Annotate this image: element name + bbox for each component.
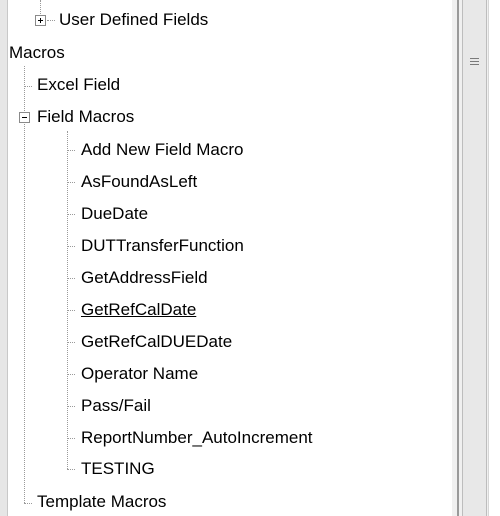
tree-item-excel-field[interactable]: Excel Field bbox=[37, 73, 120, 97]
tree-connector bbox=[67, 438, 75, 439]
tree-connector bbox=[67, 246, 75, 247]
tree-item-asfoundasleft[interactable]: AsFoundAsLeft bbox=[81, 170, 197, 194]
macro-tree-view[interactable]: User Defined Fields Macros Excel Field F… bbox=[0, 0, 452, 516]
adjacent-pane-edge bbox=[488, 0, 500, 516]
tree-connector bbox=[40, 0, 41, 14]
scrollbar-thumb[interactable] bbox=[462, 0, 487, 516]
tree-left-border bbox=[0, 0, 8, 516]
tree-connector bbox=[24, 86, 32, 87]
tree-item-user-defined-fields[interactable]: User Defined Fields bbox=[59, 8, 208, 32]
tree-item-pass-fail[interactable]: Pass/Fail bbox=[81, 394, 151, 418]
tree-connector bbox=[67, 310, 75, 311]
tree-connector bbox=[67, 182, 75, 183]
tree-connector bbox=[67, 406, 75, 407]
grip-icon bbox=[470, 58, 479, 68]
tree-item-macros[interactable]: Macros bbox=[9, 41, 65, 65]
tree-item-reportnumber-autoincrement[interactable]: ReportNumber_AutoIncrement bbox=[81, 426, 313, 450]
tree-item-testing[interactable]: TESTING bbox=[81, 457, 155, 481]
tree-connector bbox=[67, 278, 75, 279]
tree-item-template-macros[interactable]: Template Macros bbox=[37, 490, 166, 514]
tree-connector bbox=[24, 66, 25, 503]
expand-icon[interactable] bbox=[35, 15, 46, 26]
tree-item-duedate[interactable]: DueDate bbox=[81, 202, 148, 226]
tree-item-field-macros[interactable]: Field Macros bbox=[37, 105, 134, 129]
tree-connector bbox=[67, 374, 75, 375]
tree-item-getrefcaldate[interactable]: GetRefCalDate bbox=[81, 298, 196, 322]
tree-connector bbox=[67, 150, 75, 151]
tree-item-getaddressfield[interactable]: GetAddressField bbox=[81, 266, 208, 290]
tree-connector bbox=[67, 214, 75, 215]
tree-item-getrefcalduedate[interactable]: GetRefCalDUEDate bbox=[81, 330, 232, 354]
tree-connector bbox=[24, 503, 32, 504]
tree-item-add-new-field-macro[interactable]: Add New Field Macro bbox=[81, 138, 244, 162]
tree-item-duttransferfunction[interactable]: DUTTransferFunction bbox=[81, 234, 244, 258]
collapse-icon[interactable] bbox=[19, 112, 30, 123]
tree-connector bbox=[67, 469, 75, 470]
tree-item-operator-name[interactable]: Operator Name bbox=[81, 362, 198, 386]
tree-connector bbox=[47, 20, 55, 21]
scrollbar-track-edge bbox=[457, 0, 459, 516]
tree-connector bbox=[67, 342, 75, 343]
